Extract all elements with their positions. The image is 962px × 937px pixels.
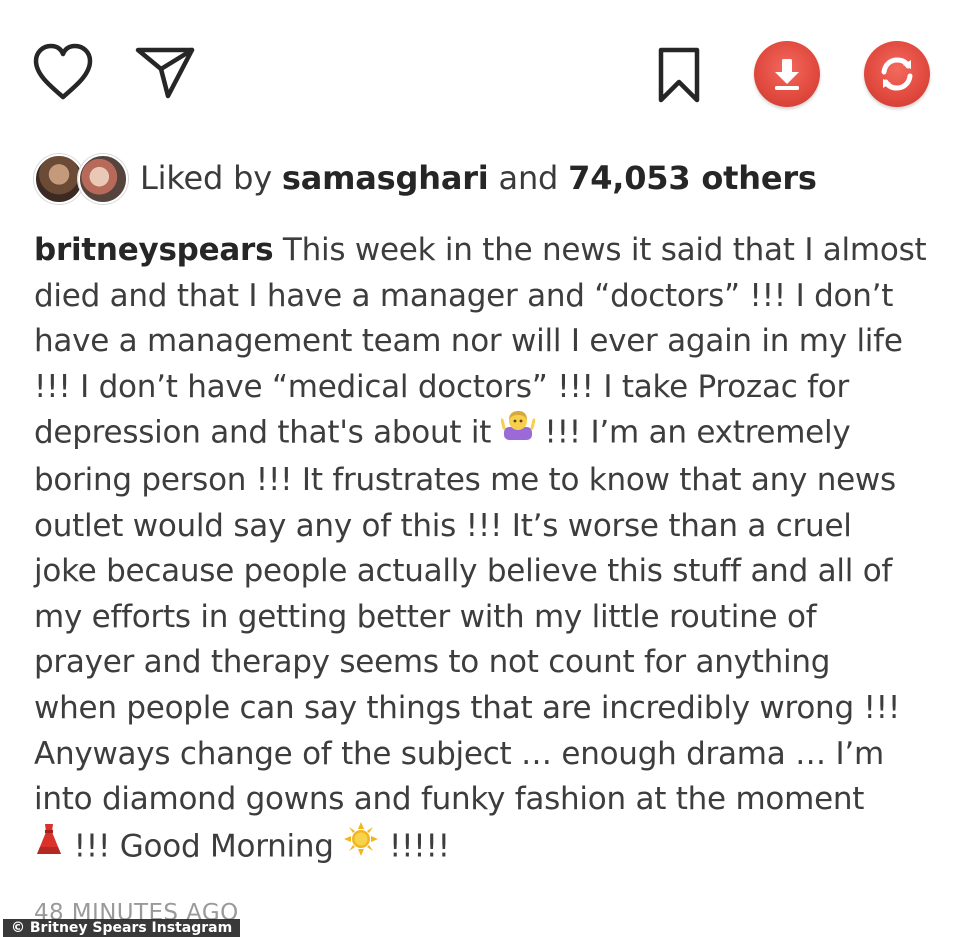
- caption-line: outlet would say any of this !!! It’s wo…: [34, 507, 852, 544]
- avatar[interactable]: [34, 154, 84, 204]
- refresh-arrows-icon: [881, 57, 913, 91]
- liked-by-prefix: Liked by: [140, 159, 282, 197]
- like-button[interactable]: [30, 40, 96, 104]
- caption-line: !!! Good Morning !!!!!: [34, 821, 934, 873]
- red-dress-emoji: [34, 822, 64, 870]
- sun-emoji: [343, 821, 379, 871]
- paper-plane-icon: [135, 47, 195, 99]
- caption-line: died and that I have a manager and “doct…: [34, 277, 894, 314]
- caption-line: boring person !!! It frustrates me to kn…: [34, 461, 896, 498]
- likes-summary: Liked by samasghari and 74,053 others: [34, 150, 817, 206]
- image-credit: © Britney Spears Instagram: [3, 919, 241, 937]
- caption-line: prayer and therapy seems to not count fo…: [34, 644, 831, 681]
- caption-line: britneyspears This week in the news it s…: [34, 228, 934, 274]
- caption-line: Anyways change of the subject … enough d…: [34, 735, 884, 772]
- post-caption: britneyspears This week in the news it s…: [34, 228, 934, 872]
- liked-by-text: Liked by samasghari and 74,053 others: [140, 158, 817, 198]
- caption-line: !!! I don’t have “medical doctors” !!! I…: [34, 368, 849, 405]
- caption-line: joke because people actually believe thi…: [34, 553, 893, 590]
- caption-username[interactable]: britneyspears: [34, 232, 274, 268]
- avatar[interactable]: [78, 154, 128, 204]
- likes-count-link[interactable]: 74,053 others: [568, 159, 817, 197]
- caption-line: into diamond gowns and funky fashion at …: [34, 781, 865, 818]
- caption-text: !!!!!: [379, 828, 450, 865]
- liked-by-user-link[interactable]: samasghari: [282, 159, 489, 197]
- share-button[interactable]: [132, 40, 198, 104]
- caption-line: when people can say things that are incr…: [34, 689, 901, 726]
- caption-line: have a management team nor will I ever a…: [34, 323, 903, 360]
- post-action-bar: [0, 0, 962, 140]
- caption-line: my efforts in getting better with my lit…: [34, 598, 817, 635]
- download-arrow-icon: [775, 59, 799, 90]
- caption-line: depression and that's about it !!! I’m a…: [34, 410, 934, 458]
- heart-outline-icon: [33, 43, 93, 100]
- refresh-badge: [864, 41, 930, 107]
- save-button[interactable]: [651, 44, 707, 106]
- caption-text: This week in the news it said that I alm…: [273, 232, 927, 268]
- liked-by-conjunction: and: [488, 159, 569, 197]
- caption-text: !!! I’m an extremely: [534, 414, 851, 451]
- caption-text: depression and that's about it: [34, 414, 492, 451]
- download-badge: [754, 41, 820, 107]
- woman-shrugging-emoji: [500, 408, 536, 456]
- bookmark-outline-icon: [658, 47, 700, 103]
- refresh-button[interactable]: [862, 40, 932, 108]
- caption-text: !!! Good Morning: [64, 828, 344, 865]
- liker-avatars: [34, 153, 130, 204]
- download-button[interactable]: [752, 40, 822, 108]
- instagram-post: Liked by samasghari and 74,053 others br…: [0, 0, 962, 937]
